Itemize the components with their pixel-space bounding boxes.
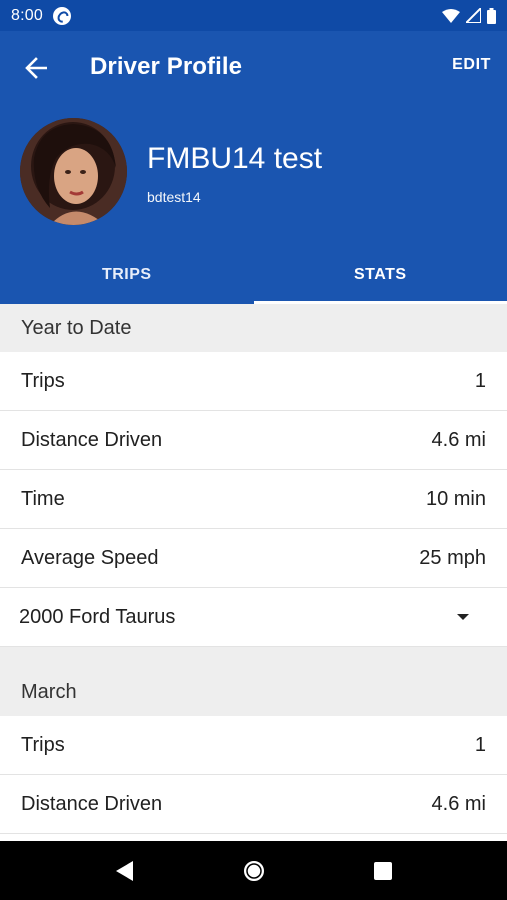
avatar-photo	[20, 118, 127, 225]
stat-value: 4.6 mi	[431, 792, 486, 815]
nav-recents-button[interactable]	[363, 851, 403, 891]
stat-value: 10 min	[425, 487, 486, 510]
vehicle-select-value: 2000 Ford Taurus	[19, 605, 176, 628]
stat-row-trips: Trips 1	[0, 716, 507, 775]
dropdown-arrow-icon	[457, 614, 469, 620]
stat-row-distance: Distance Driven 4.6 mi	[0, 411, 507, 470]
tab-stats[interactable]: STATS	[253, 246, 507, 304]
nav-home-button[interactable]	[234, 851, 274, 891]
profile-header: FMBU14 test bdtest14	[0, 104, 507, 246]
avatar[interactable]	[20, 118, 127, 225]
stat-label: Trips	[21, 369, 65, 392]
tab-trips[interactable]: TRIPS	[0, 246, 254, 304]
nav-back-button[interactable]	[105, 851, 145, 891]
wifi-icon	[442, 8, 460, 23]
battery-icon	[487, 7, 496, 24]
nav-home-icon	[243, 860, 264, 881]
stat-label: Trips	[21, 733, 65, 756]
system-nav-bar	[0, 841, 507, 900]
edit-button[interactable]: EDIT	[452, 56, 491, 74]
app-notification-icon	[52, 6, 71, 25]
status-bar: 8:00	[0, 0, 507, 31]
stat-label: Time	[21, 487, 65, 510]
app-bar: Driver Profile EDIT	[0, 31, 507, 104]
signal-icon	[466, 8, 481, 23]
profile-username: bdtest14	[147, 189, 201, 205]
status-icons	[442, 7, 496, 24]
section-header-march: March	[0, 647, 507, 716]
stat-row-trips: Trips 1	[0, 352, 507, 411]
stat-value: 1	[474, 369, 486, 392]
profile-name: FMBU14 test	[147, 142, 323, 175]
stat-row-average-speed: Average Speed 25 mph	[0, 529, 507, 588]
section-header-year-to-date: Year to Date	[0, 304, 507, 352]
stat-label: Distance Driven	[21, 428, 163, 451]
back-button[interactable]	[18, 50, 54, 86]
stat-row-time: Time 10 min	[0, 470, 507, 529]
stat-value: 25 mph	[419, 546, 486, 569]
tab-bar: TRIPS STATS	[0, 246, 507, 304]
nav-recents-icon	[373, 861, 392, 880]
stat-value: 1	[474, 733, 486, 756]
status-time: 8:00	[11, 6, 43, 24]
stats-content[interactable]: Year to Date Trips 1 Distance Driven 4.6…	[0, 304, 507, 841]
stat-label: Average Speed	[21, 546, 159, 569]
arrow-back-icon	[25, 57, 47, 79]
stat-label: Distance Driven	[21, 792, 163, 815]
stat-row-distance: Distance Driven 4.6 mi	[0, 775, 507, 834]
vehicle-select[interactable]: 2000 Ford Taurus	[0, 588, 507, 647]
nav-back-icon	[115, 860, 133, 881]
page-title: Driver Profile	[90, 53, 243, 80]
stat-value: 4.6 mi	[431, 428, 486, 451]
